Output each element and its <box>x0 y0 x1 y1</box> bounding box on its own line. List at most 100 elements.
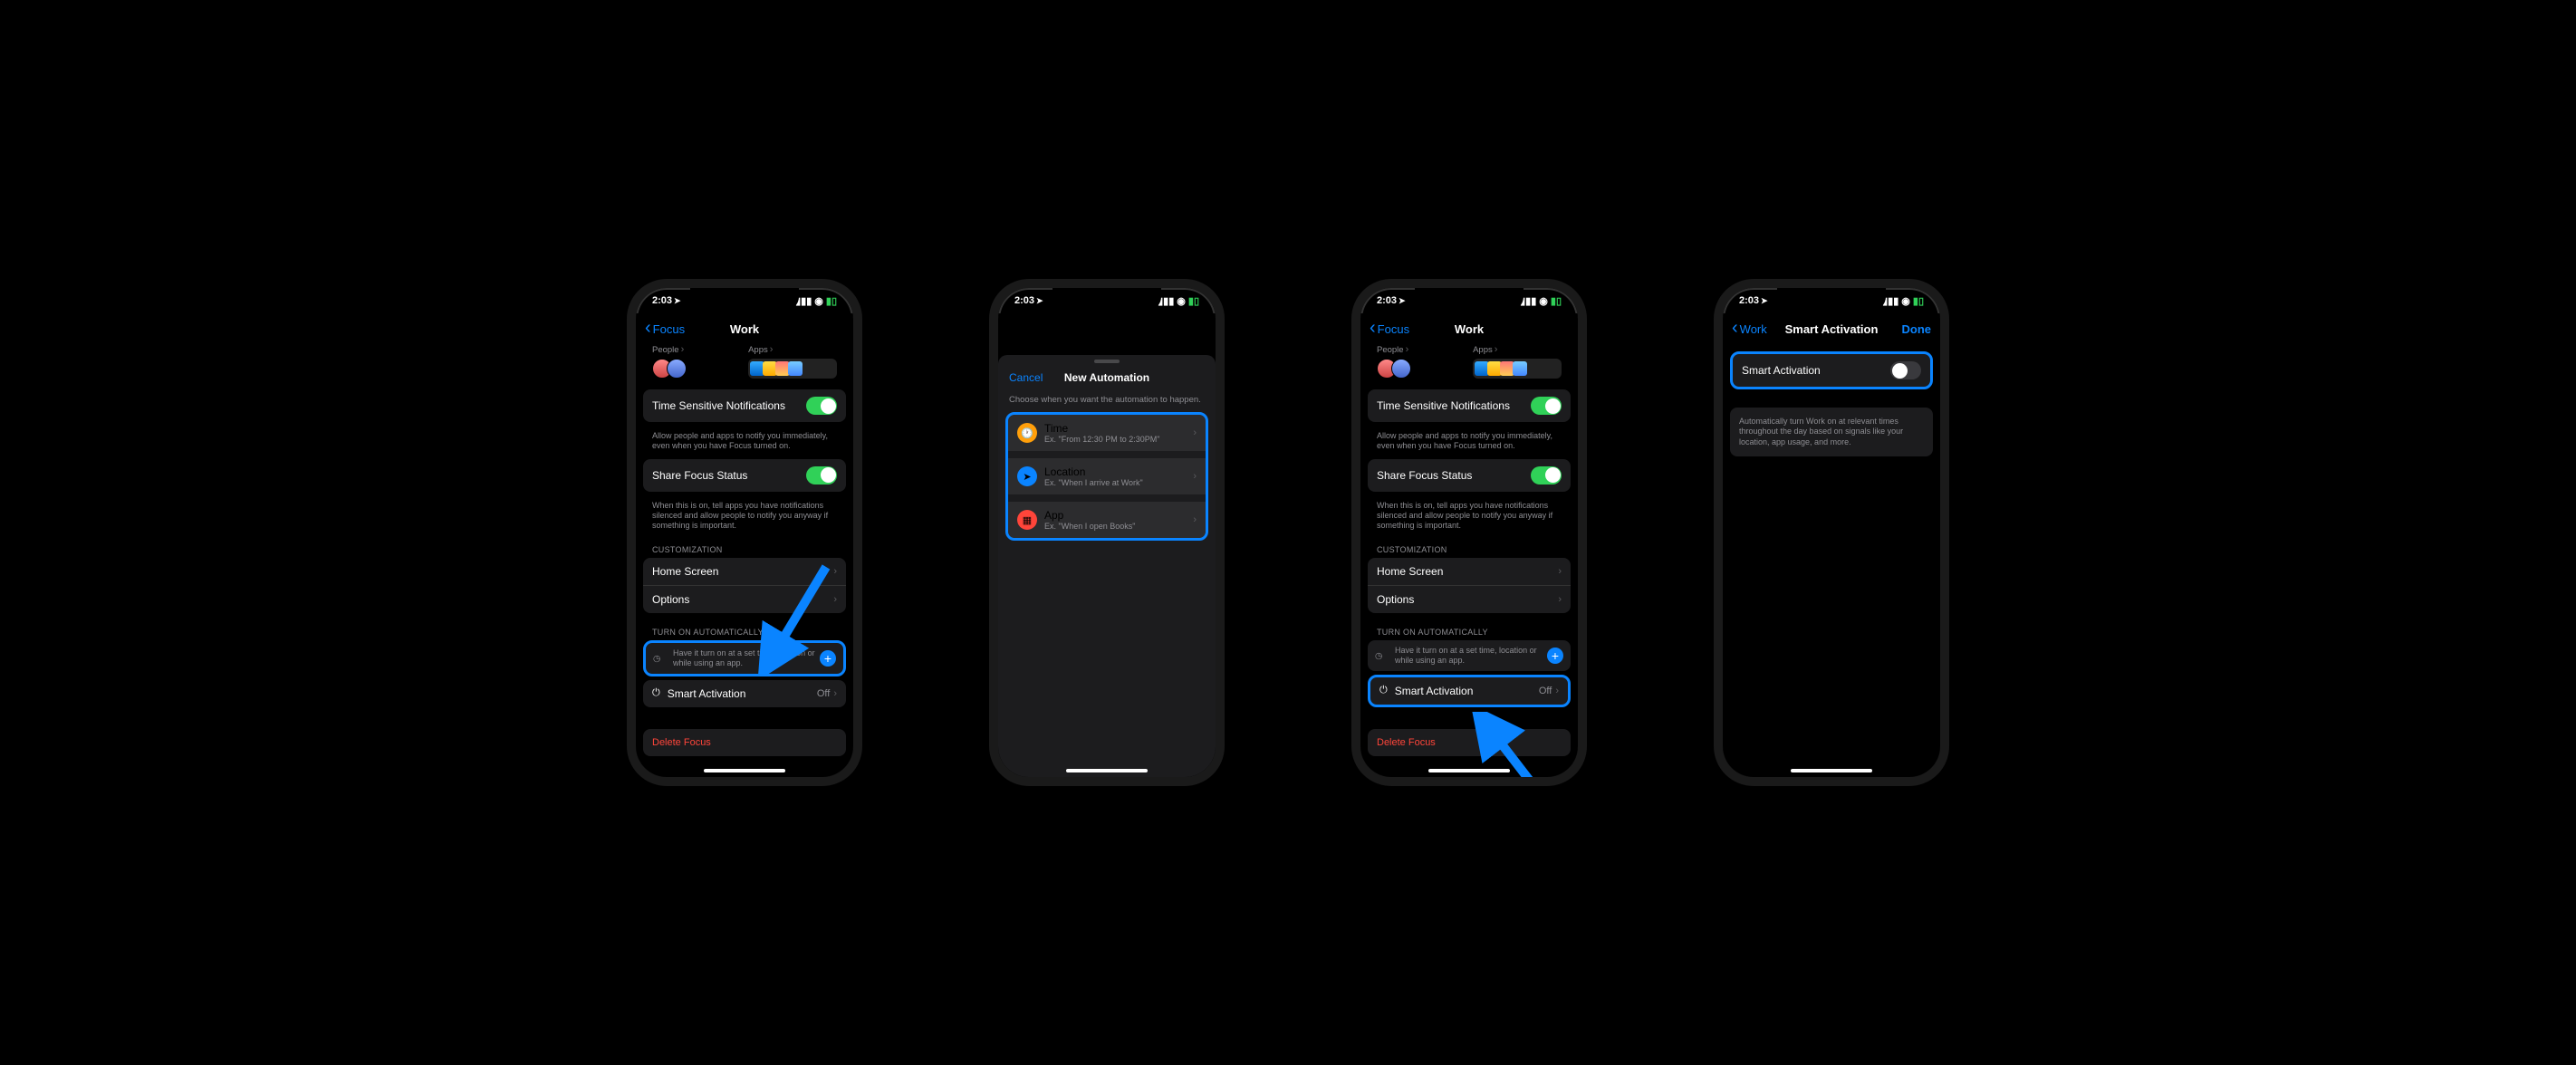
status-time: 2:03 <box>1739 295 1759 306</box>
home-indicator[interactable] <box>1428 769 1510 772</box>
automation-app-row[interactable]: ▦ App Ex. "When I open Books" › <box>1008 502 1206 538</box>
time-sensitive-note: Allow people and apps to notify you imme… <box>643 429 846 459</box>
home-screen-row[interactable]: Home Screen › <box>643 558 846 585</box>
chevron-right-icon: › <box>681 344 685 355</box>
automation-app-label: App <box>1044 509 1193 522</box>
notch <box>690 288 799 310</box>
smart-activation-value: Off <box>1539 686 1552 696</box>
share-status-note: When this is on, tell apps you have noti… <box>643 499 846 539</box>
smart-activation-label: Smart Activation <box>1395 685 1539 697</box>
phone-3: 2:03 ➤ ▮▮▮▮ ◉ ▮▯ Focus Work People› <box>1351 279 1587 786</box>
share-status-note: When this is on, tell apps you have noti… <box>1368 499 1571 539</box>
sheet-handle-icon[interactable] <box>1094 360 1120 363</box>
done-button[interactable]: Done <box>1902 322 1932 336</box>
home-indicator[interactable] <box>1066 769 1148 772</box>
turn-on-auto-header: TURN ON AUTOMATICALLY <box>643 620 846 640</box>
share-status-label: Share Focus Status <box>652 469 806 482</box>
home-screen-row[interactable]: Home Screen › <box>1368 558 1571 585</box>
people-header[interactable]: People› <box>1377 344 1466 355</box>
people-label: People <box>652 345 679 355</box>
apps-cluster <box>748 359 837 379</box>
clock-icon: ◷ <box>1375 651 1388 661</box>
options-row[interactable]: Options › <box>643 585 846 613</box>
nav-title: Work <box>730 322 759 336</box>
share-status-toggle[interactable] <box>806 466 837 485</box>
battery-icon: ▮▯ <box>1913 295 1924 307</box>
home-screen-label: Home Screen <box>652 565 833 578</box>
share-status-row[interactable]: Share Focus Status <box>643 459 846 492</box>
add-automation-highlight: ◷ Have it turn on at a set time, locatio… <box>643 640 846 676</box>
chevron-right-icon: › <box>1193 514 1197 525</box>
time-sensitive-label: Time Sensitive Notifications <box>652 399 806 412</box>
phone-4: 2:03 ➤ ▮▮▮▮ ◉ ▮▯ Work Smart Activation D… <box>1714 279 1949 786</box>
smart-activation-label: Smart Activation <box>668 687 817 700</box>
location-icon: ➤ <box>1017 466 1037 486</box>
automation-time-row[interactable]: 🕐 Time Ex. "From 12:30 PM to 2:30PM" › <box>1008 415 1206 451</box>
cancel-button[interactable]: Cancel <box>1009 371 1043 384</box>
back-button[interactable]: Focus <box>645 322 685 336</box>
share-status-label: Share Focus Status <box>1377 469 1531 482</box>
smart-activation-highlight: ⏻ Smart Activation Off › <box>1368 675 1571 707</box>
plus-icon[interactable]: + <box>820 650 836 667</box>
smart-activation-note: Automatically turn Work on at relevant t… <box>1730 408 1933 456</box>
automation-time-example: Ex. "From 12:30 PM to 2:30PM" <box>1044 435 1193 444</box>
options-row[interactable]: Options › <box>1368 585 1571 613</box>
apps-header[interactable]: Apps› <box>748 344 837 355</box>
time-sensitive-row[interactable]: Time Sensitive Notifications <box>643 389 846 422</box>
notch <box>1053 288 1161 310</box>
back-button[interactable]: Focus <box>1370 322 1409 336</box>
clock-icon: ◷ <box>653 654 666 664</box>
share-status-toggle[interactable] <box>1531 466 1562 485</box>
add-automation-row[interactable]: ◷ Have it turn on at a set time, locatio… <box>1368 640 1571 671</box>
smart-activation-row[interactable]: ⏻ Smart Activation Off › <box>1370 677 1568 705</box>
options-label: Options <box>652 593 833 606</box>
time-sensitive-toggle[interactable] <box>806 397 837 415</box>
smart-activation-toggle[interactable] <box>1890 361 1921 379</box>
smart-activation-row[interactable]: ⏻ Smart Activation Off › <box>643 680 846 707</box>
apps-header[interactable]: Apps› <box>1473 344 1562 355</box>
notch <box>1777 288 1886 310</box>
apps-cluster <box>1473 359 1562 379</box>
nav-title: Smart Activation <box>1785 322 1879 336</box>
delete-focus-button[interactable]: Delete Focus <box>643 729 846 756</box>
automation-sheet: Cancel New Automation Choose when you wa… <box>998 355 1216 777</box>
chevron-right-icon: › <box>1495 344 1498 355</box>
options-label: Options <box>1377 593 1558 606</box>
time-sensitive-toggle[interactable] <box>1531 397 1562 415</box>
location-arrow-icon: ➤ <box>1761 296 1768 306</box>
allowed-row: People› Apps› <box>1368 344 1571 389</box>
time-sensitive-row[interactable]: Time Sensitive Notifications <box>1368 389 1571 422</box>
allowed-row: People› Apps› <box>643 344 846 389</box>
automation-app-example: Ex. "When I open Books" <box>1044 522 1193 531</box>
location-arrow-icon: ➤ <box>1399 296 1406 306</box>
avatar <box>667 359 687 379</box>
home-indicator[interactable] <box>1791 769 1872 772</box>
app-icon <box>1513 361 1527 376</box>
home-indicator[interactable] <box>704 769 785 772</box>
delete-focus-button[interactable]: Delete Focus <box>1368 729 1571 756</box>
back-label: Focus <box>653 322 685 336</box>
plus-icon[interactable]: + <box>1547 648 1563 664</box>
nav-bar: Work Smart Activation Done <box>1723 313 1940 344</box>
power-icon: ⏻ <box>1379 685 1388 696</box>
status-time: 2:03 <box>1377 295 1397 306</box>
chevron-right-icon: › <box>833 566 837 577</box>
add-automation-row[interactable]: ◷ Have it turn on at a set time, locatio… <box>646 643 843 674</box>
back-button[interactable]: Work <box>1732 322 1767 336</box>
location-arrow-icon: ➤ <box>674 296 681 306</box>
chevron-right-icon: › <box>833 594 837 605</box>
share-status-row[interactable]: Share Focus Status <box>1368 459 1571 492</box>
battery-icon: ▮▯ <box>826 295 837 307</box>
smart-activation-toggle-highlight: Smart Activation <box>1730 351 1933 389</box>
status-time: 2:03 <box>652 295 672 306</box>
chevron-right-icon: › <box>1193 427 1197 438</box>
status-time: 2:03 <box>1014 295 1034 306</box>
chevron-right-icon: › <box>1555 686 1559 696</box>
notch <box>1415 288 1523 310</box>
battery-icon: ▮▯ <box>1188 295 1199 307</box>
smart-activation-toggle-row[interactable]: Smart Activation <box>1733 354 1930 387</box>
automation-location-row[interactable]: ➤ Location Ex. "When I arrive at Work" › <box>1008 458 1206 494</box>
nav-title: Work <box>1455 322 1484 336</box>
people-header[interactable]: People› <box>652 344 741 355</box>
wifi-icon: ◉ <box>1539 295 1548 307</box>
